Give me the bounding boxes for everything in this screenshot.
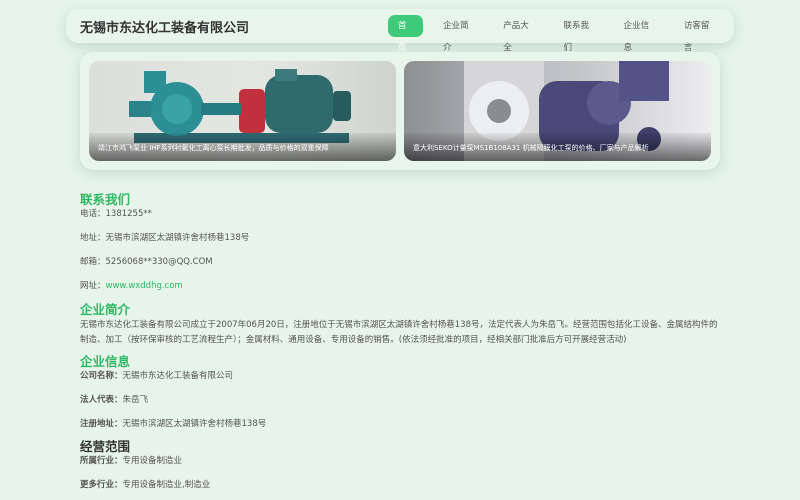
website-label: 网址： — [80, 281, 106, 291]
legal-value: 朱岳飞 — [122, 395, 149, 405]
contact-phone: 电话：1381255** — [80, 209, 152, 219]
hero-card-caption: 靖江市鸿飞泵业 IHF系列衬氟化工离心泵长期批发，品质与价格的双重保障 — [89, 133, 396, 161]
hero-card-caption: 意大利SEKO计量泵MS1B108A31 机械隔膜化工泵的价格、厂家与产品解析 — [404, 133, 711, 161]
info-title: 企业信息 — [80, 354, 131, 369]
info-reg: 注册地址：无锡市滨湖区太湖镇许舍村杨巷138号 — [80, 418, 720, 430]
contact-section: 联系我们 电话：1381255** 地址：无锡市滨湖区太湖镇许舍村杨巷138号 … — [80, 192, 720, 292]
info-section: 企业信息 公司名称：无锡市东达化工装备有限公司 法人代表：朱岳飞 注册地址：无锡… — [80, 354, 720, 430]
nav-item-guestbook[interactable]: 访客留言 — [674, 15, 724, 53]
website-link[interactable]: www.wxddhg.com — [106, 281, 183, 291]
hero-carousel: 靖江市鸿飞泵业 IHF系列衬氟化工离心泵长期批发，品质与价格的双重保障 意大利S… — [80, 52, 720, 170]
info-company: 公司名称：无锡市东达化工装备有限公司 — [80, 370, 720, 382]
scope-more: 更多行业：专用设备制造业,制造业 — [80, 479, 720, 491]
legal-label: 法人代表： — [80, 395, 123, 405]
scope-title: 经营范围 — [80, 439, 131, 454]
main-content: 联系我们 电话：1381255** 地址：无锡市滨湖区太湖镇许舍村杨巷138号 … — [80, 192, 720, 491]
industry-value: 专用设备制造业 — [122, 456, 183, 466]
nav-item-products[interactable]: 产品大全 — [493, 15, 543, 53]
industry-label: 所属行业： — [80, 456, 123, 466]
nav-item-info[interactable]: 企业信息 — [614, 15, 664, 53]
company-value: 无锡市东达化工装备有限公司 — [122, 371, 234, 381]
site-header: 无锡市东达化工装备有限公司 首页 企业简介 产品大全 联系我们 企业信息 访客留… — [66, 9, 734, 53]
hero-card-metering-pump[interactable]: 意大利SEKO计量泵MS1B108A31 机械隔膜化工泵的价格、厂家与产品解析 — [404, 61, 711, 161]
company-label: 公司名称： — [80, 371, 123, 381]
scope-industry: 所属行业：专用设备制造业 — [80, 455, 720, 467]
contact-address: 地址：无锡市滨湖区太湖镇许舍村杨巷138号 — [80, 233, 250, 243]
intro-title: 企业简介 — [80, 302, 131, 317]
nav-item-home[interactable]: 首页 — [388, 15, 424, 53]
contact-website: 网址：www.wxddhg.com — [80, 280, 720, 292]
nav-item-contact[interactable]: 联系我们 — [553, 15, 603, 53]
more-value: 专用设备制造业,制造业 — [122, 480, 211, 490]
scope-section: 经营范围 所属行业：专用设备制造业 更多行业：专用设备制造业,制造业 — [80, 439, 720, 491]
intro-section: 企业简介 无锡市东达化工装备有限公司成立于2007年06月20日，注册地位于无锡… — [80, 302, 720, 348]
main-nav: 首页 企业简介 产品大全 联系我们 企业信息 访客留言 — [388, 15, 734, 53]
intro-text: 无锡市东达化工装备有限公司成立于2007年06月20日，注册地位于无锡市滨湖区太… — [80, 320, 718, 345]
more-label: 更多行业： — [80, 480, 123, 490]
reg-label: 注册地址： — [80, 419, 123, 429]
contact-title: 联系我们 — [80, 192, 131, 207]
hero-card-pump[interactable]: 靖江市鸿飞泵业 IHF系列衬氟化工离心泵长期批发，品质与价格的双重保障 — [89, 61, 396, 161]
info-legal: 法人代表：朱岳飞 — [80, 394, 720, 406]
nav-item-about[interactable]: 企业简介 — [433, 15, 483, 53]
reg-value: 无锡市滨湖区太湖镇许舍村杨巷138号 — [122, 419, 267, 429]
site-title: 无锡市东达化工装备有限公司 — [80, 21, 250, 36]
contact-email: 邮箱：5256068**330@QQ.COM — [80, 257, 213, 267]
